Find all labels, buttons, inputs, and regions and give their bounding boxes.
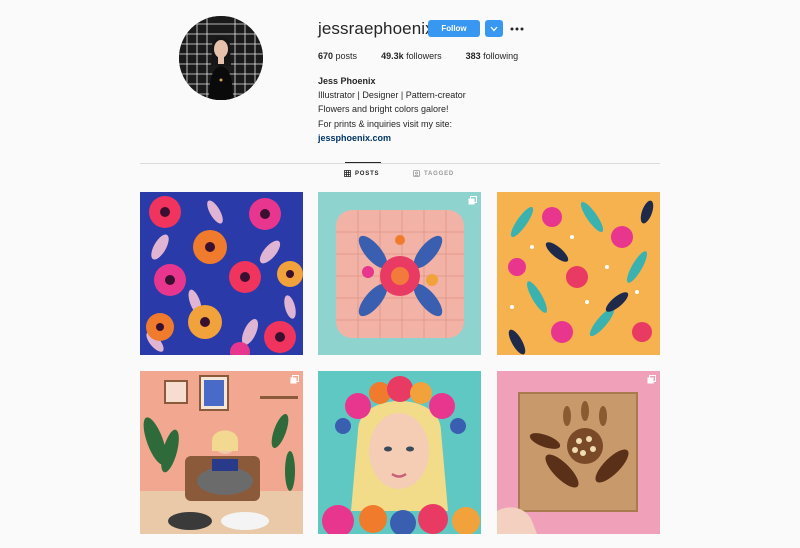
- multiple-posts-icon: [290, 375, 299, 384]
- tab-tagged[interactable]: TAGGED: [413, 170, 454, 177]
- bio-line: Flowers and bright colors galore!: [318, 104, 449, 115]
- tab-posts[interactable]: POSTS: [344, 170, 379, 177]
- followers-count: 49.3k: [381, 51, 404, 61]
- post-thumbnail[interactable]: [497, 192, 660, 355]
- following-stat[interactable]: 383 following: [466, 51, 519, 61]
- grid-icon: [344, 170, 351, 177]
- following-label: following: [483, 51, 519, 61]
- tabs-divider: [140, 163, 660, 164]
- posts-grid: [140, 192, 660, 548]
- tab-posts-label: POSTS: [355, 170, 380, 177]
- bio-line: For prints & inquiries visit my site:: [318, 118, 453, 129]
- profile-tabs: POSTS TAGGED: [0, 170, 800, 184]
- post-thumbnail[interactable]: [140, 371, 303, 534]
- tag-icon: [413, 170, 420, 177]
- profile-stats: 670 posts 49.3k followers 383 following: [318, 51, 542, 61]
- following-count: 383: [465, 51, 481, 61]
- posts-stat: 670 posts: [318, 51, 357, 61]
- profile-bio: Jess Phoenix Illustrator | Designer | Pa…: [318, 74, 466, 145]
- active-tab-indicator: [345, 162, 381, 163]
- profile-header: jessraephoenix Follow 670 posts 49.3k fo…: [0, 0, 800, 160]
- multiple-posts-icon: [647, 375, 656, 384]
- chevron-down-icon: [490, 26, 498, 31]
- followers-label: followers: [406, 51, 442, 61]
- profile-avatar[interactable]: [179, 16, 263, 100]
- suggestions-dropdown-button[interactable]: [485, 20, 503, 37]
- post-thumbnail[interactable]: [140, 192, 303, 355]
- tab-tagged-label: TAGGED: [424, 170, 455, 177]
- website-link[interactable]: jessphoenix.com: [318, 131, 466, 145]
- ellipsis-icon: [510, 27, 524, 30]
- profile-username: jessraephoenix: [318, 19, 434, 38]
- profile-full-name: Jess Phoenix: [318, 76, 376, 86]
- more-options-button[interactable]: [510, 20, 524, 37]
- posts-count: 670: [318, 51, 334, 61]
- post-thumbnail[interactable]: [497, 371, 660, 534]
- multiple-posts-icon: [468, 196, 477, 205]
- post-thumbnail[interactable]: [318, 192, 481, 355]
- post-thumbnail[interactable]: [318, 371, 481, 534]
- follow-button[interactable]: Follow: [428, 20, 480, 37]
- bio-line: Illustrator | Designer | Pattern-creator: [318, 90, 466, 101]
- followers-stat[interactable]: 49.3k followers: [381, 51, 442, 61]
- posts-label: posts: [335, 51, 358, 61]
